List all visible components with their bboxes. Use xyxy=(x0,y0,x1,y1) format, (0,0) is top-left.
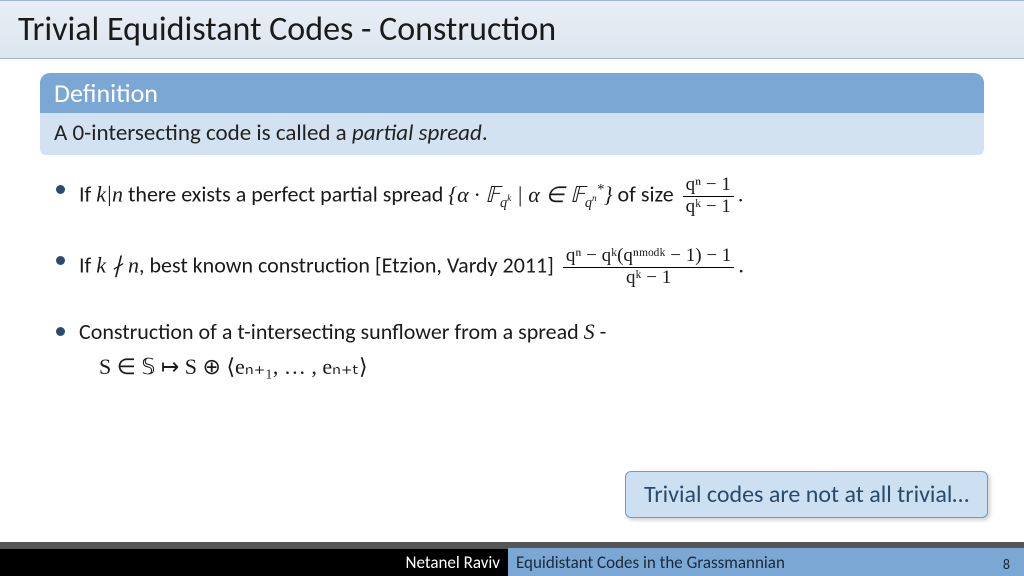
b1-m2c: | α ∈ 𝔽 xyxy=(511,182,585,207)
bullet-3: Construction of a t-intersecting sunflow… xyxy=(56,317,994,382)
def-text-ital: partial spread xyxy=(352,119,482,147)
footer: Netanel Raviv Equidistant Codes in the G… xyxy=(0,548,1024,576)
b1-m2f: * xyxy=(597,181,604,197)
bullet-2-body: If k ∤ n, best known construction [Etzio… xyxy=(79,246,994,289)
b1-frac-den: qᵏ − 1 xyxy=(683,197,734,218)
footer-author: Netanel Raviv xyxy=(0,548,508,576)
b1-m1: k|n xyxy=(96,182,123,207)
def-text-suffix: . xyxy=(482,119,488,147)
definition-header: Definition xyxy=(40,73,984,113)
bullet-1: If k|n there exists a perfect partial sp… xyxy=(56,175,994,218)
b1-set: {α · 𝔽qk | α ∈ 𝔽qn*} xyxy=(448,182,612,207)
b3-t1: Construction of a t-intersecting sunflow… xyxy=(79,318,584,345)
definition-body: A 0-intersecting code is called a partia… xyxy=(40,113,984,155)
b1-t4: . xyxy=(738,181,744,208)
b3-m1: S xyxy=(584,319,595,344)
b3-sub-math: S ∈ 𝕊 ↦ S ⊕ ⟨eₙ₊₁, … , eₙ₊ₜ⟩ xyxy=(99,352,994,382)
bullet-2: If k ∤ n, best known construction [Etzio… xyxy=(56,246,994,289)
b1-t1: If xyxy=(79,181,96,208)
b2-frac: qⁿ − qᵏ(qⁿᵐᵒᵈᵏ − 1) − 1qᵏ − 1 xyxy=(563,246,734,289)
b1-m2g: } xyxy=(604,182,613,207)
def-text-prefix: A 0-intersecting code is called a xyxy=(54,119,352,147)
b2-t2: , best known construction [Etzion, Vardy… xyxy=(139,251,559,278)
b2-frac-num: qⁿ − qᵏ(qⁿᵐᵒᵈᵏ − 1) − 1 xyxy=(563,246,734,268)
page-number: 8 xyxy=(1003,556,1010,573)
bullet-icon xyxy=(56,327,65,336)
b2-t1: If xyxy=(79,251,96,278)
bullet-3-body: Construction of a t-intersecting sunflow… xyxy=(79,317,994,382)
b1-frac-num: qⁿ − 1 xyxy=(683,175,734,197)
b1-m2: {α · 𝔽 xyxy=(448,182,500,207)
b1-t3: of size xyxy=(613,181,679,208)
b1-frac: qⁿ − 1qᵏ − 1 xyxy=(683,175,734,218)
slide-content: Definition A 0-intersecting code is call… xyxy=(0,59,1024,382)
b2-frac-den: qᵏ − 1 xyxy=(563,268,734,289)
bullet-list: If k|n there exists a perfect partial sp… xyxy=(30,175,994,382)
bullet-icon xyxy=(56,185,65,194)
footer-talk-text: Equidistant Codes in the Grassmannian xyxy=(516,552,785,573)
bullet-1-body: If k|n there exists a perfect partial sp… xyxy=(79,175,994,218)
bullet-icon xyxy=(56,256,65,265)
b2-t3: . xyxy=(738,251,744,278)
callout-box: Trivial codes are not at all trivial… xyxy=(625,471,988,518)
b1-m2d: q xyxy=(585,195,592,211)
b3-t2: - xyxy=(595,318,607,345)
slide-title: Trivial Equidistant Codes - Construction xyxy=(0,0,1024,59)
b2-m1: k ∤ n xyxy=(96,252,139,277)
b1-t2: there exists a perfect partial spread xyxy=(123,181,448,208)
definition-box: Definition A 0-intersecting code is call… xyxy=(40,73,984,155)
footer-talk-title: Equidistant Codes in the Grassmannian 8 xyxy=(508,548,1024,576)
